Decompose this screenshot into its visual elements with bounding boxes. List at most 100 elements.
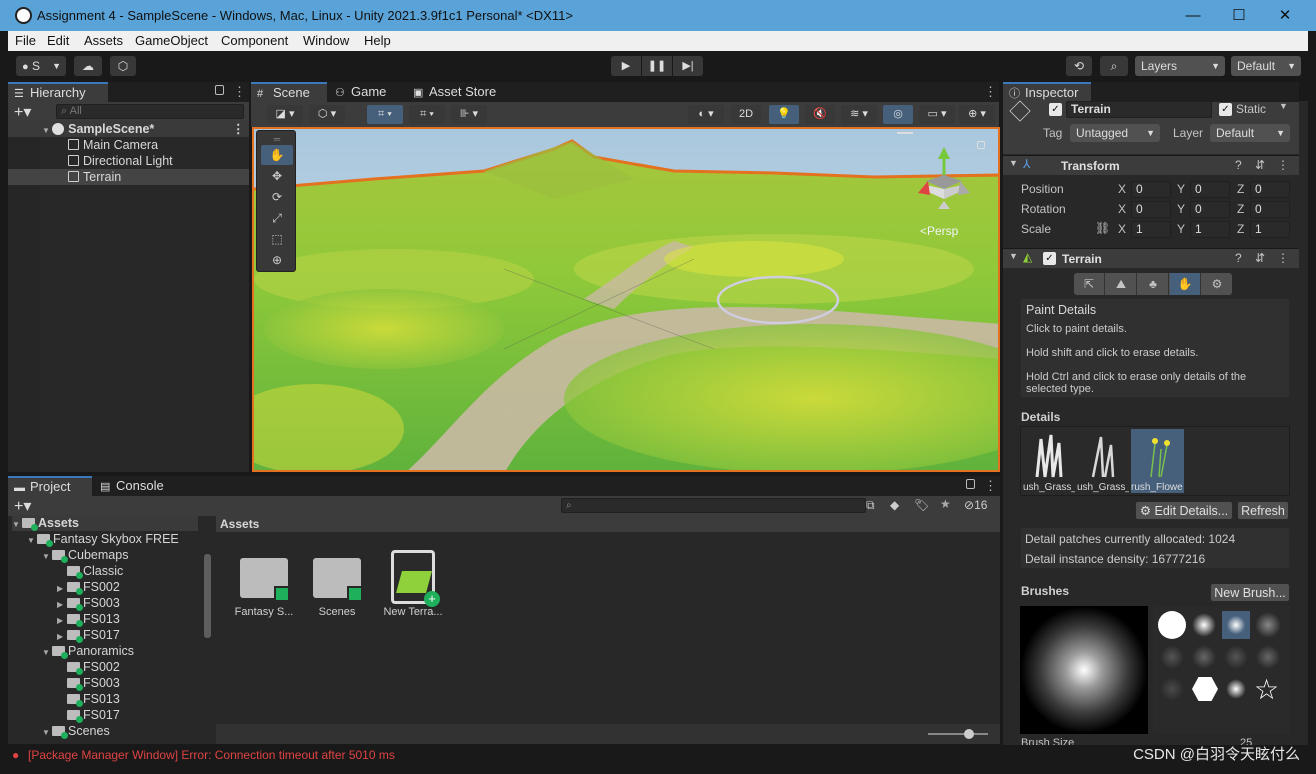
- brush-hard-round[interactable]: [1158, 611, 1186, 639]
- brush-star[interactable]: ☆: [1254, 673, 1279, 706]
- scene-viewport[interactable]: <Persp: [252, 127, 1000, 472]
- minimize-button[interactable]: —: [1170, 0, 1216, 31]
- axis-x-label[interactable]: X: [1118, 202, 1126, 216]
- breadcrumb[interactable]: Assets: [216, 516, 1000, 532]
- project-tree-item[interactable]: ▶ FS013: [57, 611, 120, 627]
- brush-selected[interactable]: [1222, 611, 1250, 639]
- project-tree-item[interactable]: Classic: [57, 563, 123, 579]
- menu-help[interactable]: Help: [364, 33, 391, 48]
- tab-game[interactable]: ⚇ Game: [329, 82, 401, 102]
- project-tree-item[interactable]: ▼ Cubemaps: [42, 547, 128, 563]
- project-tree-item[interactable]: ▶ FS017: [57, 627, 120, 643]
- hidden-packages-icon[interactable]: ⊘16: [964, 498, 987, 512]
- add-icon[interactable]: +▾: [14, 496, 31, 516]
- play-button[interactable]: ▶: [611, 56, 641, 76]
- move-tool-icon[interactable]: ✥: [261, 166, 293, 186]
- detail-item-selected[interactable]: rush_Flowe: [1131, 429, 1184, 493]
- menu-file[interactable]: File: [15, 33, 36, 48]
- brush-hexagon[interactable]: [1192, 677, 1218, 701]
- preset-icon[interactable]: ⇵: [1255, 158, 1265, 172]
- lighting-icon[interactable]: 💡: [769, 105, 799, 124]
- scale-tool-icon[interactable]: ⤢: [261, 208, 293, 228]
- transform-header[interactable]: ▼ ⅄ Transform ? ⇵ ⋮: [1003, 155, 1299, 175]
- new-brush-button[interactable]: New Brush...: [1210, 583, 1290, 602]
- lock-icon[interactable]: [215, 85, 224, 95]
- favorite-icon[interactable]: ★: [940, 497, 951, 511]
- project-tree-item[interactable]: FS003: [57, 675, 120, 691]
- edit-details-button[interactable]: ⚙ Edit Details...: [1135, 501, 1233, 520]
- axis-x-label[interactable]: X: [1118, 222, 1126, 236]
- position-x-field[interactable]: 0: [1131, 181, 1171, 198]
- tab-scene[interactable]: # Scene: [251, 82, 327, 102]
- toggle-2d-button[interactable]: 2D: [731, 105, 761, 124]
- help-icon[interactable]: ?: [1235, 158, 1242, 172]
- detail-item[interactable]: ush_Grass_: [1077, 429, 1129, 493]
- project-tree-item[interactable]: ▼ Scenes: [42, 723, 110, 739]
- terrain-settings-icon[interactable]: ⚙: [1202, 273, 1232, 295]
- brush-splat[interactable]: [1254, 643, 1282, 671]
- layer-dropdown[interactable]: Default ▼: [1210, 124, 1290, 142]
- rotation-z-field[interactable]: 0: [1250, 201, 1290, 218]
- asset-folder-fantasy[interactable]: Fantasy S...: [231, 552, 297, 618]
- axis-z-label[interactable]: Z: [1237, 222, 1244, 236]
- history-icon[interactable]: ⟲: [1066, 56, 1092, 76]
- project-tree-item[interactable]: ▼ Fantasy Skybox FREE: [27, 531, 179, 547]
- visibility-icon[interactable]: ◎: [883, 105, 913, 124]
- hierarchy-search-input[interactable]: ⌕ All: [56, 104, 244, 119]
- asset-folder-scenes[interactable]: Scenes: [304, 552, 370, 618]
- brush-splat[interactable]: [1190, 643, 1218, 671]
- status-bar[interactable]: ● [Package Manager Window] Error: Connec…: [8, 745, 1308, 765]
- audio-icon[interactable]: 🔇: [805, 105, 835, 124]
- filter-icon[interactable]: ◆: [890, 498, 899, 512]
- search-icon[interactable]: ⌕: [1100, 56, 1128, 76]
- detail-item[interactable]: ush_Grass_: [1023, 429, 1075, 493]
- tab-hierarchy[interactable]: ☰ Hierarchy: [8, 82, 108, 102]
- brush-splat[interactable]: [1222, 643, 1250, 671]
- persp-label[interactable]: <Persp: [920, 224, 958, 238]
- kebab-menu-icon[interactable]: ⋮: [984, 478, 997, 494]
- preset-icon[interactable]: ⇵: [1255, 251, 1265, 265]
- axis-z-label[interactable]: Z: [1237, 182, 1244, 196]
- drag-handle-icon[interactable]: [897, 132, 913, 134]
- menu-gameobject[interactable]: GameObject: [135, 33, 208, 48]
- tree-scrollbar[interactable]: [204, 554, 211, 638]
- project-tree-item[interactable]: FS002: [57, 659, 120, 675]
- axis-y-label[interactable]: Y: [1177, 182, 1185, 196]
- hierarchy-item-main-camera[interactable]: Main Camera: [8, 137, 249, 153]
- scale-y-field[interactable]: 1: [1190, 221, 1230, 238]
- increment-snap-button[interactable]: ⌗ ▾: [409, 105, 445, 124]
- cloud-icon[interactable]: ☁: [74, 56, 102, 76]
- project-search-input[interactable]: ⌕: [561, 498, 866, 513]
- shading-button[interactable]: ⬡ ▾: [309, 105, 345, 124]
- tab-asset-store[interactable]: ▣ Asset Store: [407, 82, 507, 102]
- kebab-menu-icon[interactable]: ⋮: [1277, 158, 1289, 172]
- chevron-down-icon[interactable]: ▼: [42, 645, 52, 661]
- project-tree-item[interactable]: ▼ Assets: [12, 515, 198, 531]
- grid-snap-button[interactable]: ⌗ ▾: [367, 105, 403, 124]
- hierarchy-item-terrain[interactable]: Terrain: [8, 169, 249, 185]
- hierarchy-item-directional-light[interactable]: Directional Light: [8, 153, 249, 169]
- gizmos-button[interactable]: ⊕ ▾: [959, 105, 995, 124]
- layout-dropdown[interactable]: Default ▼: [1231, 56, 1301, 76]
- brush-noise[interactable]: [1254, 611, 1282, 639]
- effects-button[interactable]: ≋ ▾: [841, 105, 877, 124]
- constrain-proportions-icon[interactable]: ⛓: [1095, 221, 1110, 235]
- chevron-down-icon[interactable]: ▼: [27, 533, 37, 549]
- tab-console[interactable]: ▤ Console: [94, 476, 174, 496]
- help-icon[interactable]: ?: [1235, 251, 1242, 265]
- rotate-tool-icon[interactable]: ⟳: [261, 187, 293, 207]
- search-by-type-icon[interactable]: ⧉: [866, 498, 875, 513]
- object-name-field[interactable]: Terrain: [1066, 101, 1212, 118]
- chevron-down-icon[interactable]: ▼: [42, 549, 52, 565]
- rect-tool-icon[interactable]: ⬚: [261, 229, 293, 249]
- terrain-component-header[interactable]: ▼ ◭ ✓ Terrain ? ⇵ ⋮: [1003, 248, 1299, 268]
- tag-dropdown[interactable]: Untagged ▼: [1070, 124, 1160, 142]
- collab-icon[interactable]: ⬡: [110, 56, 136, 76]
- paint-terrain-icon[interactable]: ⛰: [1106, 273, 1137, 295]
- asset-new-terrain[interactable]: + New Terra...: [380, 550, 446, 618]
- static-checkbox[interactable]: ✓: [1219, 103, 1232, 116]
- axis-x-label[interactable]: X: [1118, 182, 1126, 196]
- paint-trees-icon[interactable]: ♣: [1138, 273, 1169, 295]
- zoom-slider-thumb[interactable]: [964, 729, 974, 739]
- menu-assets[interactable]: Assets: [84, 33, 123, 48]
